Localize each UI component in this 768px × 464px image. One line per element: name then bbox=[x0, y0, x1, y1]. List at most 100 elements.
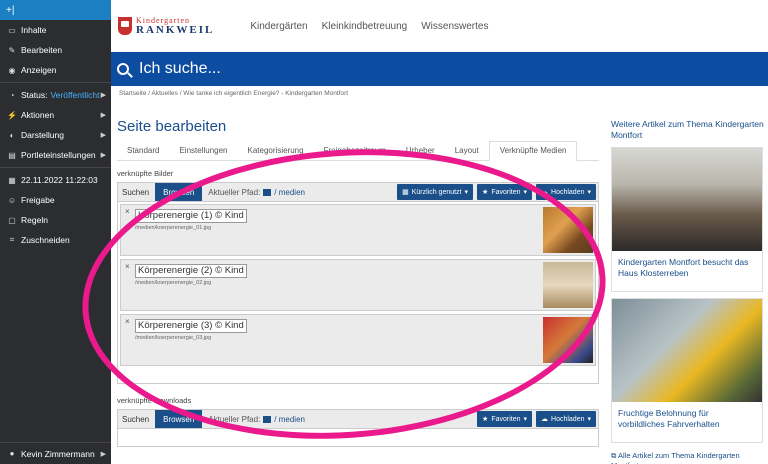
search-tab[interactable]: Suchen bbox=[122, 415, 149, 424]
site-logo[interactable]: Kindergarten RANKWEIL bbox=[118, 16, 214, 36]
collapse-arrow-icon: +| bbox=[6, 4, 15, 16]
linked-downloads-list bbox=[117, 429, 599, 447]
image-path: /medien/koerperenergie_01.jpg bbox=[135, 225, 212, 231]
toolbar-item-bearbeiten[interactable]: ✎ Bearbeiten bbox=[0, 40, 111, 60]
downloads-section: verknüpfte Downloads Suchen Browsen Aktu… bbox=[117, 396, 599, 447]
star-icon: ★ bbox=[482, 189, 489, 196]
article-card[interactable]: Fruchtige Belohnung für vorbildliches Fa… bbox=[611, 298, 763, 443]
tab-urheber[interactable]: Urheber bbox=[396, 146, 445, 160]
status-value: Veröffentlicht bbox=[50, 90, 100, 100]
home-folder-icon[interactable] bbox=[263, 188, 272, 196]
image-title-input[interactable]: Körperenergie (2) © Kind bbox=[135, 264, 247, 278]
image-picker-bar: Suchen Browsen Aktueller Pfad: / medien ▦… bbox=[117, 182, 599, 202]
favorites-button[interactable]: ★ Favoriten ▾ bbox=[477, 411, 533, 427]
toolbar-divider bbox=[0, 167, 111, 168]
user-icon: ● bbox=[9, 449, 15, 458]
related-heading: Weitere Artikel zum Thema Kindergarten M… bbox=[611, 119, 764, 140]
toolbar-item-zuschneiden[interactable]: ⌗ Zuschneiden bbox=[0, 230, 111, 250]
search-placeholder[interactable]: Ich suche... bbox=[139, 60, 221, 78]
website: Kindergarten RANKWEIL Kindergärten Klein… bbox=[111, 0, 768, 464]
caret-right-icon: ▶ bbox=[100, 92, 106, 99]
tab-layout[interactable]: Layout bbox=[445, 146, 489, 160]
edit-form: Seite bearbeiten Standard Einstellungen … bbox=[117, 118, 599, 447]
browse-tab[interactable]: Browsen bbox=[155, 183, 203, 201]
home-folder-icon[interactable] bbox=[263, 415, 272, 423]
article-link[interactable]: Fruchtige Belohnung für vorbildliches Fa… bbox=[612, 402, 762, 442]
article-card[interactable]: Kindergarten Montfort besucht das Haus K… bbox=[611, 147, 763, 292]
article-link[interactable]: Kindergarten Montfort besucht das Haus K… bbox=[612, 251, 762, 291]
grid-icon: ▦ bbox=[402, 189, 409, 196]
toolbar-item-inhalte[interactable]: ▭ Inhalte bbox=[0, 20, 111, 40]
image-thumbnail bbox=[543, 317, 593, 363]
search-tab[interactable]: Suchen bbox=[122, 188, 149, 197]
recent-button[interactable]: ▦ Kürzlich genutzt ▾ bbox=[397, 184, 474, 200]
image-row[interactable]: × Körperenergie (2) © Kind /medien/koerp… bbox=[120, 259, 596, 311]
bolt-icon: ⚡ bbox=[7, 110, 17, 120]
all-articles-link[interactable]: ⧉ Alle Artikel zum Thema Kindergarten Mo… bbox=[611, 451, 768, 464]
toolbar-user-menu[interactable]: ● Kevin Zimmermann ▶ bbox=[0, 442, 111, 464]
tab-standard[interactable]: Standard bbox=[117, 146, 169, 160]
search-bar[interactable]: Ich suche... bbox=[111, 52, 768, 86]
toolbar-item-anzeigen[interactable]: ◉ Anzeigen bbox=[0, 60, 111, 80]
path-link[interactable]: / medien bbox=[274, 188, 305, 197]
path-link[interactable]: / medien bbox=[274, 415, 305, 424]
crop-icon: ⌗ bbox=[9, 235, 15, 244]
caret-right-icon: ▶ bbox=[100, 112, 106, 119]
image-thumbnail bbox=[543, 207, 593, 253]
upload-button[interactable]: ☁ Hochladen ▾ bbox=[536, 411, 596, 427]
caret-down-icon: ▾ bbox=[464, 189, 469, 196]
image-path: /medien/koerperenergie_02.jpg bbox=[135, 280, 212, 286]
page-title: Seite bearbeiten bbox=[117, 118, 227, 135]
nav-kindergaerten[interactable]: Kindergärten bbox=[250, 21, 307, 32]
remove-icon[interactable]: × bbox=[125, 262, 130, 271]
main-nav: Kindergärten Kleinkindbetreuung Wissensw… bbox=[250, 21, 502, 32]
breadcrumb[interactable]: Startseite / Aktuelles / Wie tanke ich e… bbox=[119, 90, 348, 97]
image-title-input[interactable]: Körperenergie (1) © Kind bbox=[135, 209, 247, 223]
nav-wissenswertes[interactable]: Wissenswertes bbox=[421, 21, 488, 32]
search-icon bbox=[117, 63, 129, 75]
tab-einstellungen[interactable]: Einstellungen bbox=[169, 146, 237, 160]
image-row[interactable]: × Körperenergie (3) © Kind /medien/koerp… bbox=[120, 314, 596, 366]
remove-icon[interactable]: × bbox=[125, 317, 130, 326]
tab-verknuepfte-medien[interactable]: Verknüpfte Medien bbox=[488, 141, 578, 161]
linked-images-list: × Körperenergie (1) © Kind /medien/koerp… bbox=[117, 202, 599, 384]
crest-icon bbox=[118, 17, 132, 35]
image-path: /medien/koerperenergie_03.jpg bbox=[135, 335, 212, 341]
article-image[interactable] bbox=[612, 299, 762, 402]
pencil-icon: ✎ bbox=[8, 45, 16, 55]
tab-kategorisierung[interactable]: Kategorisierung bbox=[238, 146, 314, 160]
edit-toolbar: +| ▭ Inhalte ✎ Bearbeiten ◉ Anzeigen ◔ Statu… bbox=[0, 0, 111, 464]
download-picker-bar: Suchen Browsen Aktueller Pfad: / medien ★… bbox=[117, 409, 599, 429]
status-icon: ◔ bbox=[9, 90, 15, 100]
toolbar-item-date[interactable]: ▦ 22.11.2022 11:22:03 bbox=[0, 170, 111, 190]
star-icon: ★ bbox=[482, 416, 489, 423]
palette-icon: ◐ bbox=[9, 130, 15, 140]
toolbar-item-portleteinstellungen[interactable]: ▤ Portleteinstellungen ▶ bbox=[0, 145, 111, 165]
toolbar-item-darstellung[interactable]: ◐ Darstellung ▶ bbox=[0, 125, 111, 145]
current-path: Aktueller Pfad: / medien bbox=[208, 414, 305, 424]
images-label: verknüpfte Bilder bbox=[117, 169, 174, 178]
image-row[interactable]: × Körperenergie (1) © Kind /medien/koerp… bbox=[120, 204, 596, 256]
image-title-input[interactable]: Körperenergie (3) © Kind bbox=[135, 319, 247, 333]
upload-button[interactable]: ☁ Hochladen ▾ bbox=[536, 184, 596, 200]
favorites-button[interactable]: ★ Favoriten ▾ bbox=[477, 184, 533, 200]
toolbar-collapse-button[interactable]: +| bbox=[0, 0, 111, 20]
eye-icon: ◉ bbox=[8, 65, 16, 75]
image-thumbnail bbox=[543, 262, 593, 308]
toolbar-item-status[interactable]: ◔ Status: Veröffentlicht ▶ bbox=[0, 85, 111, 105]
remove-icon[interactable]: × bbox=[125, 207, 130, 216]
related-articles: Weitere Artikel zum Thema Kindergarten M… bbox=[611, 119, 768, 464]
nav-kleinkindbetreuung[interactable]: Kleinkindbetreuung bbox=[322, 21, 408, 32]
tab-freigabezeitraum[interactable]: Freigabezeitraum bbox=[314, 146, 396, 160]
caret-down-icon: ▾ bbox=[523, 189, 528, 196]
article-image[interactable] bbox=[612, 148, 762, 251]
toolbar-item-aktionen[interactable]: ⚡ Aktionen ▶ bbox=[0, 105, 111, 125]
downloads-label: verknüpfte Downloads bbox=[117, 396, 192, 405]
logo-line2: RANKWEIL bbox=[136, 24, 215, 36]
rules-icon: ▢ bbox=[8, 215, 16, 225]
cloud-upload-icon: ☁ bbox=[541, 189, 549, 196]
site-header: Kindergarten RANKWEIL Kindergärten Klein… bbox=[111, 0, 768, 52]
toolbar-item-regeln[interactable]: ▢ Regeln bbox=[0, 210, 111, 230]
browse-tab[interactable]: Browsen bbox=[155, 410, 203, 428]
toolbar-item-freigabe[interactable]: ☺ Freigabe bbox=[0, 190, 111, 210]
